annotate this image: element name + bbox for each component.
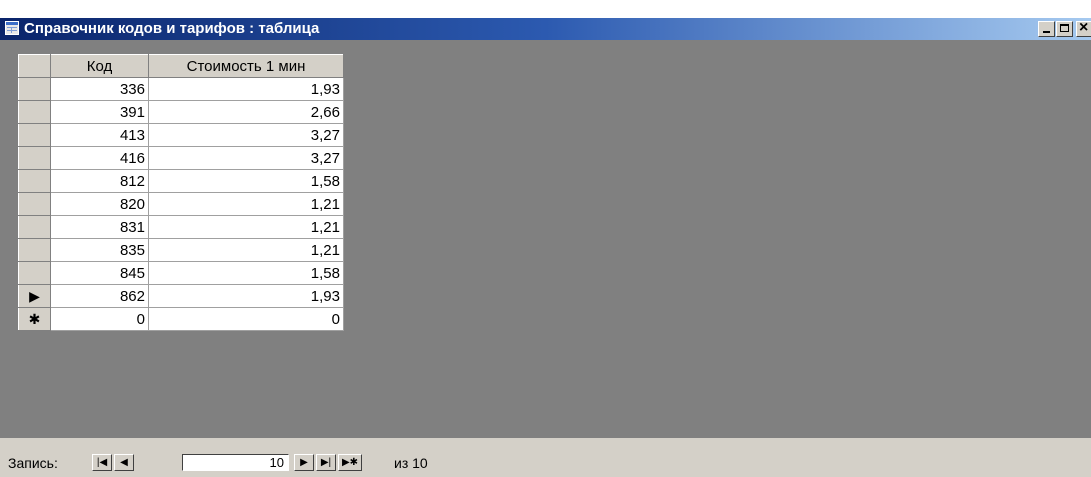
cell-code[interactable]: 812: [50, 169, 149, 193]
row-selector[interactable]: [18, 261, 51, 285]
cell-code[interactable]: 820: [50, 192, 149, 216]
cell-code[interactable]: 862: [50, 284, 149, 308]
horizontal-scroll-area: [0, 438, 1091, 448]
cell-cost[interactable]: 2,66: [148, 100, 344, 124]
new-record-icon[interactable]: ✱: [18, 307, 51, 331]
table-row[interactable]: 391 2,66: [18, 100, 344, 124]
table-row[interactable]: 835 1,21: [18, 238, 344, 262]
select-all-corner[interactable]: [18, 54, 51, 78]
record-number-field[interactable]: 10: [182, 454, 289, 471]
cell-cost-editing[interactable]: 1,93: [148, 284, 344, 308]
table-row[interactable]: 845 1,58: [18, 261, 344, 285]
new-record-button[interactable]: ▶✱: [338, 454, 362, 471]
close-button[interactable]: [1076, 19, 1091, 37]
table-row[interactable]: 820 1,21: [18, 192, 344, 216]
cell-cost[interactable]: 1,21: [148, 238, 344, 262]
table-row-current[interactable]: ▶ 862 1,93: [18, 284, 344, 308]
cell-cost[interactable]: 1,93: [148, 77, 344, 101]
record-label: Запись:: [8, 455, 58, 471]
cell-code[interactable]: 336: [50, 77, 149, 101]
current-record-icon[interactable]: ▶: [18, 284, 51, 308]
record-count: из 10: [394, 455, 428, 471]
cell-code[interactable]: 416: [50, 146, 149, 170]
cell-code[interactable]: 0: [50, 307, 149, 331]
row-selector[interactable]: [18, 238, 51, 262]
maximize-button[interactable]: [1056, 21, 1073, 37]
cell-code[interactable]: 845: [50, 261, 149, 285]
title-bar[interactable]: Справочник кодов и тарифов : таблица: [0, 18, 1091, 40]
table-row[interactable]: 812 1,58: [18, 169, 344, 193]
column-header-cost[interactable]: Стоимость 1 мин: [148, 54, 344, 78]
cell-code[interactable]: 835: [50, 238, 149, 262]
datasheet-window: Справочник кодов и тарифов : таблица Код…: [0, 18, 1091, 477]
cell-cost[interactable]: 1,58: [148, 169, 344, 193]
previous-record-button[interactable]: ◀: [114, 454, 134, 471]
next-record-button[interactable]: ▶: [294, 454, 314, 471]
cell-cost[interactable]: 3,27: [148, 146, 344, 170]
table-row[interactable]: 416 3,27: [18, 146, 344, 170]
table-row[interactable]: 831 1,21: [18, 215, 344, 239]
datasheet-grid: Код Стоимость 1 мин 336 1,93 391 2,66 41…: [18, 54, 344, 331]
cell-cost[interactable]: 1,21: [148, 215, 344, 239]
window-title: Справочник кодов и тарифов : таблица: [24, 20, 320, 37]
table-row-new[interactable]: ✱ 0 0: [18, 307, 344, 331]
cell-code[interactable]: 391: [50, 100, 149, 124]
cell-code[interactable]: 831: [50, 215, 149, 239]
column-header-code[interactable]: Код: [50, 54, 149, 78]
record-navigation-bar: Запись: |◀ ◀ 10 ▶ ▶| ▶✱ из 10: [0, 448, 1091, 477]
row-selector[interactable]: [18, 215, 51, 239]
row-selector[interactable]: [18, 192, 51, 216]
table-row[interactable]: 336 1,93: [18, 77, 344, 101]
first-record-button[interactable]: |◀: [92, 454, 112, 471]
cell-cost[interactable]: 1,21: [148, 192, 344, 216]
cell-cost[interactable]: 3,27: [148, 123, 344, 147]
cell-cost[interactable]: 1,58: [148, 261, 344, 285]
last-record-button[interactable]: ▶|: [316, 454, 336, 471]
row-selector[interactable]: [18, 77, 51, 101]
row-selector[interactable]: [18, 169, 51, 193]
cell-code[interactable]: 413: [50, 123, 149, 147]
cell-cost[interactable]: 0: [148, 307, 344, 331]
row-selector[interactable]: [18, 100, 51, 124]
row-selector[interactable]: [18, 146, 51, 170]
row-selector[interactable]: [18, 123, 51, 147]
table-icon: [5, 21, 19, 35]
minimize-button[interactable]: [1038, 21, 1055, 37]
table-row[interactable]: 413 3,27: [18, 123, 344, 147]
